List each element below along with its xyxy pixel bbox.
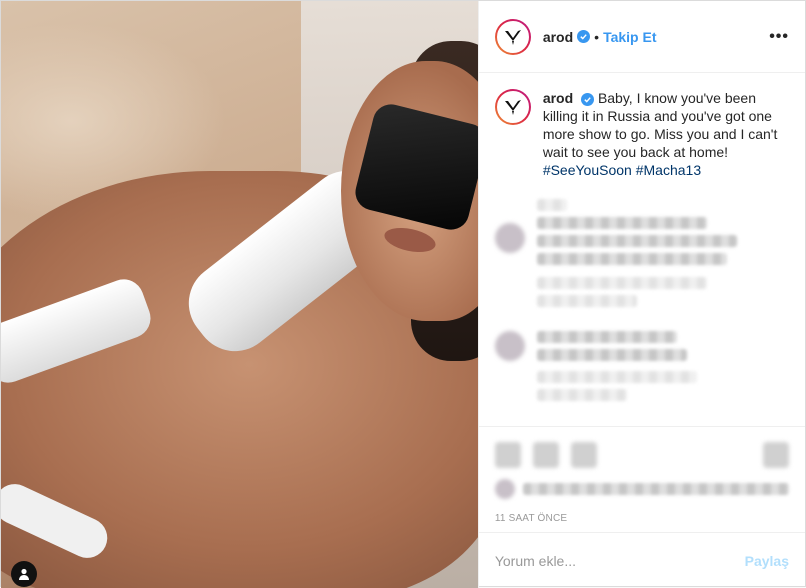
blurred-avatar [494,223,525,253]
blurred-comment [494,199,789,313]
comments-section: arod Baby, I know you've been killing it… [479,73,805,426]
blurred-comment [494,331,789,407]
likes-row [494,479,789,499]
verified-badge-icon [577,30,591,43]
caption-avatar[interactable] [494,89,531,125]
header-username[interactable]: arod [543,29,573,45]
post-footer: 11 SAAT ÖNCE [478,426,805,532]
blurred-avatar [494,331,525,361]
follow-button[interactable]: Takip Et [603,29,656,45]
comment-icon[interactable] [532,442,559,468]
comment-input[interactable] [494,552,745,569]
caption: arod Baby, I know you've been killing it… [494,89,789,179]
caption-body: Baby, I know you've been killing it in R… [542,90,778,160]
bookmark-icon[interactable] [763,442,789,468]
avatar-logo-icon [504,100,521,115]
share-icon[interactable] [570,442,597,468]
post-image[interactable] [1,1,478,588]
caption-text: arod Baby, I know you've been killing it… [543,89,789,179]
like-icon[interactable] [494,442,521,468]
verified-badge-icon [581,93,595,106]
more-options-icon[interactable]: ••• [769,28,789,46]
caption-username[interactable]: arod [543,90,573,106]
avatar-logo-icon [504,29,521,45]
add-comment-bar: Paylaş [478,532,805,588]
post-container: arod • Takip Et ••• arod Baby, I know yo… [0,0,806,588]
likes-avatar [494,479,515,499]
action-icons [494,435,789,475]
user-tag-icon[interactable] [11,561,37,587]
follow-separator: • [594,28,600,45]
post-timestamp[interactable]: 11 SAAT ÖNCE [495,513,789,524]
post-comment-button[interactable]: Paylaş [745,553,789,569]
post-header: arod • Takip Et ••• [478,1,805,73]
caption-hashtags[interactable]: #SeeYouSoon #Macha13 [543,162,701,178]
likes-text[interactable] [522,483,789,495]
post-sidebar: arod • Takip Et ••• arod Baby, I know yo… [477,1,805,588]
avatar[interactable] [494,18,531,55]
